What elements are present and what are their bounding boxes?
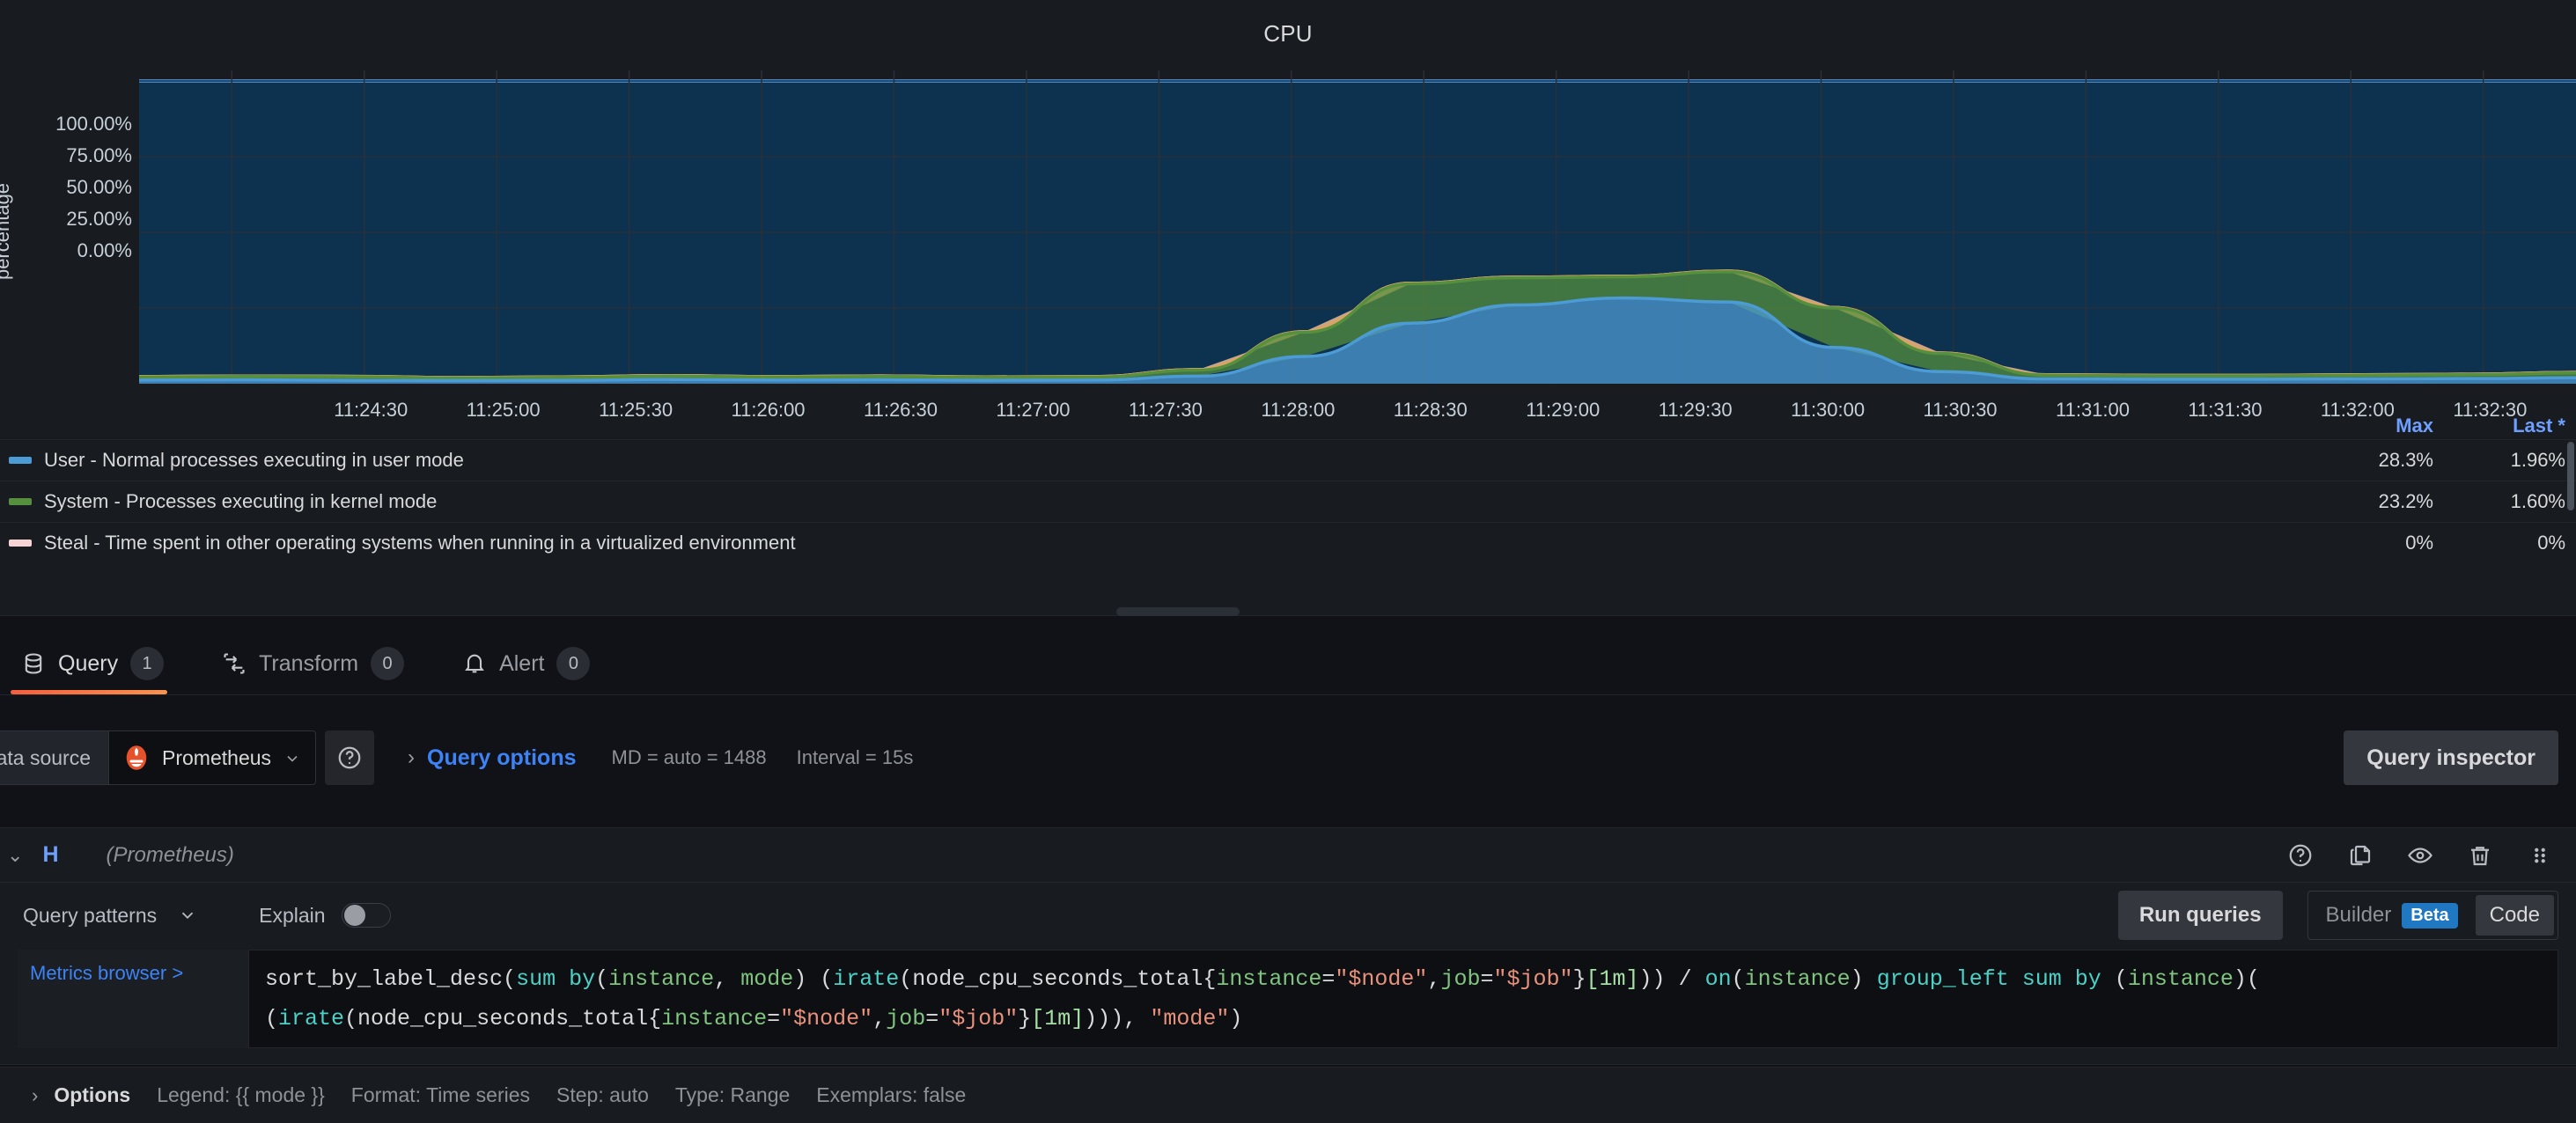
metrics-browser-button[interactable]: Metrics browser >	[18, 950, 248, 1048]
prometheus-icon	[123, 745, 150, 771]
chevron-down-icon	[283, 749, 301, 767]
legend-series-name: Steal - Time spent in other operating sy…	[44, 532, 796, 554]
mode-builder-label: Builder	[2325, 903, 2392, 927]
promql-code-editor[interactable]: sort_by_label_desc(sum by(instance, mode…	[248, 950, 2558, 1048]
promql-line-1: sort_by_label_desc(sum by(instance, mode…	[265, 966, 2260, 992]
chevron-right-icon: ›	[32, 1083, 39, 1106]
interval-info: Interval = 15s	[796, 746, 914, 768]
legend-series-name: User - Normal processes executing in use…	[44, 449, 464, 471]
tab-query-label: Query	[58, 650, 119, 676]
tab-alert-label: Alert	[499, 650, 545, 676]
transform-icon	[222, 651, 247, 676]
query-ref-id[interactable]: H	[42, 842, 58, 868]
tab-alert[interactable]: Alert 0	[452, 647, 613, 694]
chart-canvas[interactable]	[139, 70, 2576, 384]
collapse-chevron-icon[interactable]: ⌄	[7, 844, 23, 867]
explain-control: Explain	[259, 903, 391, 928]
legend-value-last: 1.60%	[2510, 490, 2565, 512]
trash-icon[interactable]	[2467, 842, 2493, 869]
mode-code-label: Code	[2489, 903, 2540, 927]
legend-color-swatch[interactable]	[9, 457, 32, 464]
legend-value-max: 23.2%	[2378, 490, 2433, 512]
question-circle-icon	[336, 745, 363, 771]
query-editor-card: ⌄ H (Prometheus) Query patterns Explain …	[0, 827, 2576, 1065]
run-queries-button[interactable]: Run queries	[2117, 891, 2283, 940]
datasource-picker[interactable]: Prometheus	[108, 730, 317, 785]
copy-icon[interactable]	[2347, 842, 2374, 869]
legend-series-name: System - Processes executing in kernel m…	[44, 490, 438, 512]
query-options-group: › Query options MD = auto = 1488 Interva…	[408, 745, 913, 771]
editor-tabs: Query 1 Transform 0 Alert 0	[0, 632, 2576, 695]
y-tick: 50.00%	[66, 176, 132, 198]
query-expression-row: Metrics browser > sort_by_label_desc(sum…	[0, 950, 2576, 1048]
tab-transform-label: Transform	[259, 650, 359, 676]
bell-icon	[462, 651, 487, 676]
max-data-points-info: MD = auto = 1488	[611, 746, 767, 768]
y-tick: 100.00%	[55, 113, 132, 135]
legend-value-max: 28.3%	[2378, 449, 2433, 471]
query-patterns-dropdown[interactable]: Query patterns	[18, 904, 197, 928]
query-editor-toolbar: Query patterns Explain Run queries Build…	[0, 883, 2576, 948]
option-type: Type: Range	[674, 1083, 791, 1106]
query-header-actions	[2287, 842, 2562, 869]
legend-color-swatch[interactable]	[9, 539, 32, 547]
query-options-footer[interactable]: › Options Legend: {{ mode }} Format: Tim…	[0, 1067, 2576, 1123]
y-tick: 25.00%	[66, 208, 132, 230]
y-tick: 0.00%	[77, 239, 132, 261]
legend-row[interactable]: Steal - Time spent in other operating sy…	[0, 523, 2576, 562]
chevron-right-icon: ›	[408, 745, 416, 769]
tab-query-count: 1	[130, 647, 165, 680]
promql-line-2: (irate(node_cpu_seconds_total{instance="…	[265, 1006, 1243, 1031]
database-icon	[21, 651, 46, 676]
plot-wrapper: percentage 100.00% 75.00% 50.00% 25.00% …	[0, 53, 2576, 421]
query-editor-header: ⌄ H (Prometheus)	[0, 828, 2576, 883]
plot-axis-area: 11:24:30 11:25:00 11:25:30 11:26:00 11:26:30…	[139, 53, 2576, 421]
query-inspector-button[interactable]: Query inspector	[2344, 730, 2558, 785]
legend-value-max: 0%	[2405, 532, 2433, 554]
tab-transform[interactable]: Transform 0	[211, 647, 427, 694]
mode-code-option[interactable]: Code	[2475, 895, 2554, 936]
options-title: Options	[54, 1083, 131, 1106]
explain-toggle[interactable]	[341, 903, 391, 928]
option-exemplars: Exemplars: false	[816, 1083, 967, 1106]
datasource-help-button[interactable]	[325, 730, 375, 785]
tab-query[interactable]: Query 1	[11, 647, 187, 694]
tab-alert-count: 0	[556, 647, 591, 680]
query-patterns-label: Query patterns	[23, 903, 158, 927]
panel-title: CPU	[1263, 20, 1313, 47]
option-legend: Legend: {{ mode }}	[157, 1083, 325, 1106]
mode-builder-option[interactable]: Builder Beta	[2312, 895, 2472, 936]
datasource-selected-value: Prometheus	[162, 745, 272, 769]
eye-icon[interactable]	[2407, 842, 2433, 869]
question-circle-icon[interactable]	[2287, 842, 2314, 869]
y-tick: 75.00%	[66, 144, 132, 166]
y-axis-ticks: 100.00% 75.00% 50.00% 25.00% 0.00%	[0, 53, 132, 414]
legend-value-last: 0%	[2537, 532, 2565, 554]
legend-column-last[interactable]: Last *	[2444, 415, 2576, 437]
datasource-row: Data source Prometheus › Query options M…	[0, 715, 2576, 801]
legend-scrollbar[interactable]	[2567, 442, 2574, 510]
explain-label: Explain	[259, 903, 326, 927]
visualization-panel: CPU percentage 100.00% 75.00% 50.00% 25.…	[0, 0, 2576, 616]
option-step: Step: auto	[556, 1083, 649, 1106]
query-options-toggle[interactable]: Query options	[427, 745, 576, 771]
datasource-label: Data source	[0, 730, 109, 785]
legend-row[interactable]: User - Normal processes executing in use…	[0, 440, 2576, 481]
legend-color-swatch[interactable]	[9, 498, 32, 505]
tab-transform-count: 0	[371, 647, 405, 680]
chevron-down-icon	[178, 906, 197, 925]
chart-svg	[139, 70, 2576, 384]
legend-column-max[interactable]: Max	[2312, 415, 2444, 437]
query-datasource-note: (Prometheus)	[106, 842, 234, 867]
option-format: Format: Time series	[350, 1083, 531, 1106]
panel-resize-handle[interactable]	[1116, 607, 1240, 616]
beta-badge: Beta	[2402, 902, 2458, 928]
drag-grip-icon[interactable]	[2527, 842, 2553, 869]
legend-row[interactable]: System - Processes executing in kernel m…	[0, 481, 2576, 523]
legend-table[interactable]: Max Last * User - Normal processes execu…	[0, 412, 2576, 562]
editor-mode-switch: Builder Beta Code	[2307, 891, 2558, 940]
legend-header-row: Max Last *	[0, 412, 2576, 440]
legend-value-last: 1.96%	[2510, 449, 2565, 471]
